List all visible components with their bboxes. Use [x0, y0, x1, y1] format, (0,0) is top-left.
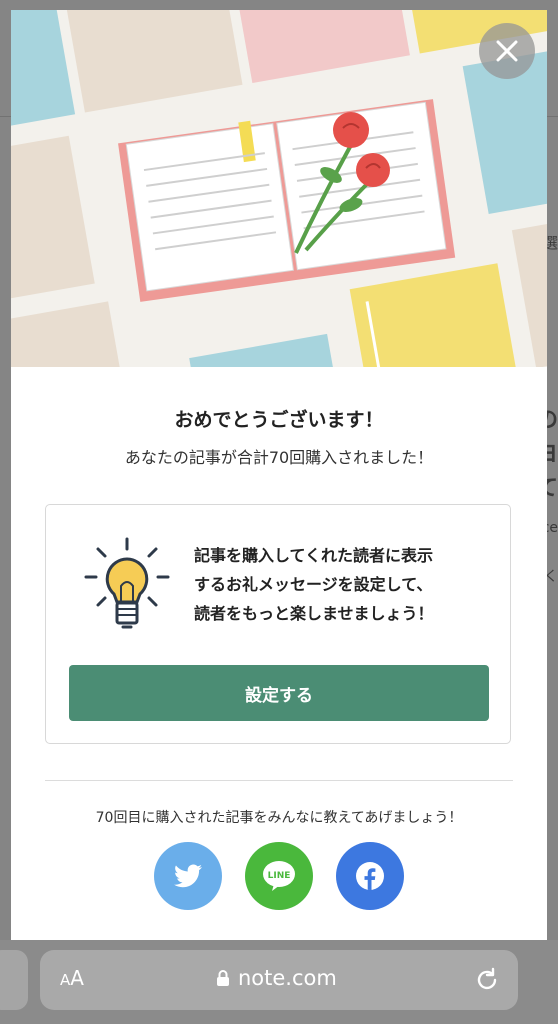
line-icon: LINE [263, 861, 295, 891]
share-line-button[interactable]: LINE [245, 842, 313, 910]
thank-you-message-card: 記事を購入してくれた読者に表示 するお礼メッセージを設定して、 読者をもっと楽し… [45, 504, 511, 744]
close-button[interactable] [479, 23, 535, 79]
modal-subtitle: あなたの記事が合計70回購入されました！ [124, 448, 434, 467]
url-text: note.com [238, 966, 337, 990]
setup-button[interactable]: 設定する [69, 665, 489, 721]
text-size-big-label: A [70, 966, 84, 990]
share-facebook-button[interactable] [336, 842, 404, 910]
address-bar[interactable]: AA note.com [40, 950, 518, 1010]
section-divider [45, 780, 513, 781]
card-message-line: するお礼メッセージを設定して、 [194, 575, 433, 594]
line-icon-label: LINE [268, 871, 291, 881]
text-size-button[interactable]: AA [60, 966, 84, 990]
reload-icon[interactable] [474, 967, 500, 993]
open-book-illustration [11, 10, 547, 367]
lock-icon [217, 970, 229, 986]
facebook-icon [356, 862, 384, 890]
url-display[interactable]: note.com [216, 966, 337, 990]
card-message-line: 読者をもっと楽しませましょう！ [194, 604, 434, 623]
previous-tab[interactable] [0, 950, 28, 1010]
card-message: 記事を購入してくれた読者に表示 するお礼メッセージを設定して、 読者をもっと楽し… [194, 541, 494, 628]
text-size-small-label: A [60, 971, 71, 989]
lightbulb-icon [84, 537, 170, 629]
share-twitter-button[interactable] [154, 842, 222, 910]
close-icon [496, 40, 518, 62]
browser-toolbar: AA note.com [0, 940, 558, 1024]
share-prompt: 70回目に購入された記事をみんなに教えてあげましょう！ [95, 810, 463, 826]
modal-title: おめでとうございます！ [174, 409, 384, 431]
card-message-line: 記事を購入してくれた読者に表示 [194, 546, 434, 565]
twitter-icon [174, 864, 202, 888]
congratulations-modal: おめでとうございます！ あなたの記事が合計70回購入されました！ 記事を購入して… [11, 10, 547, 940]
